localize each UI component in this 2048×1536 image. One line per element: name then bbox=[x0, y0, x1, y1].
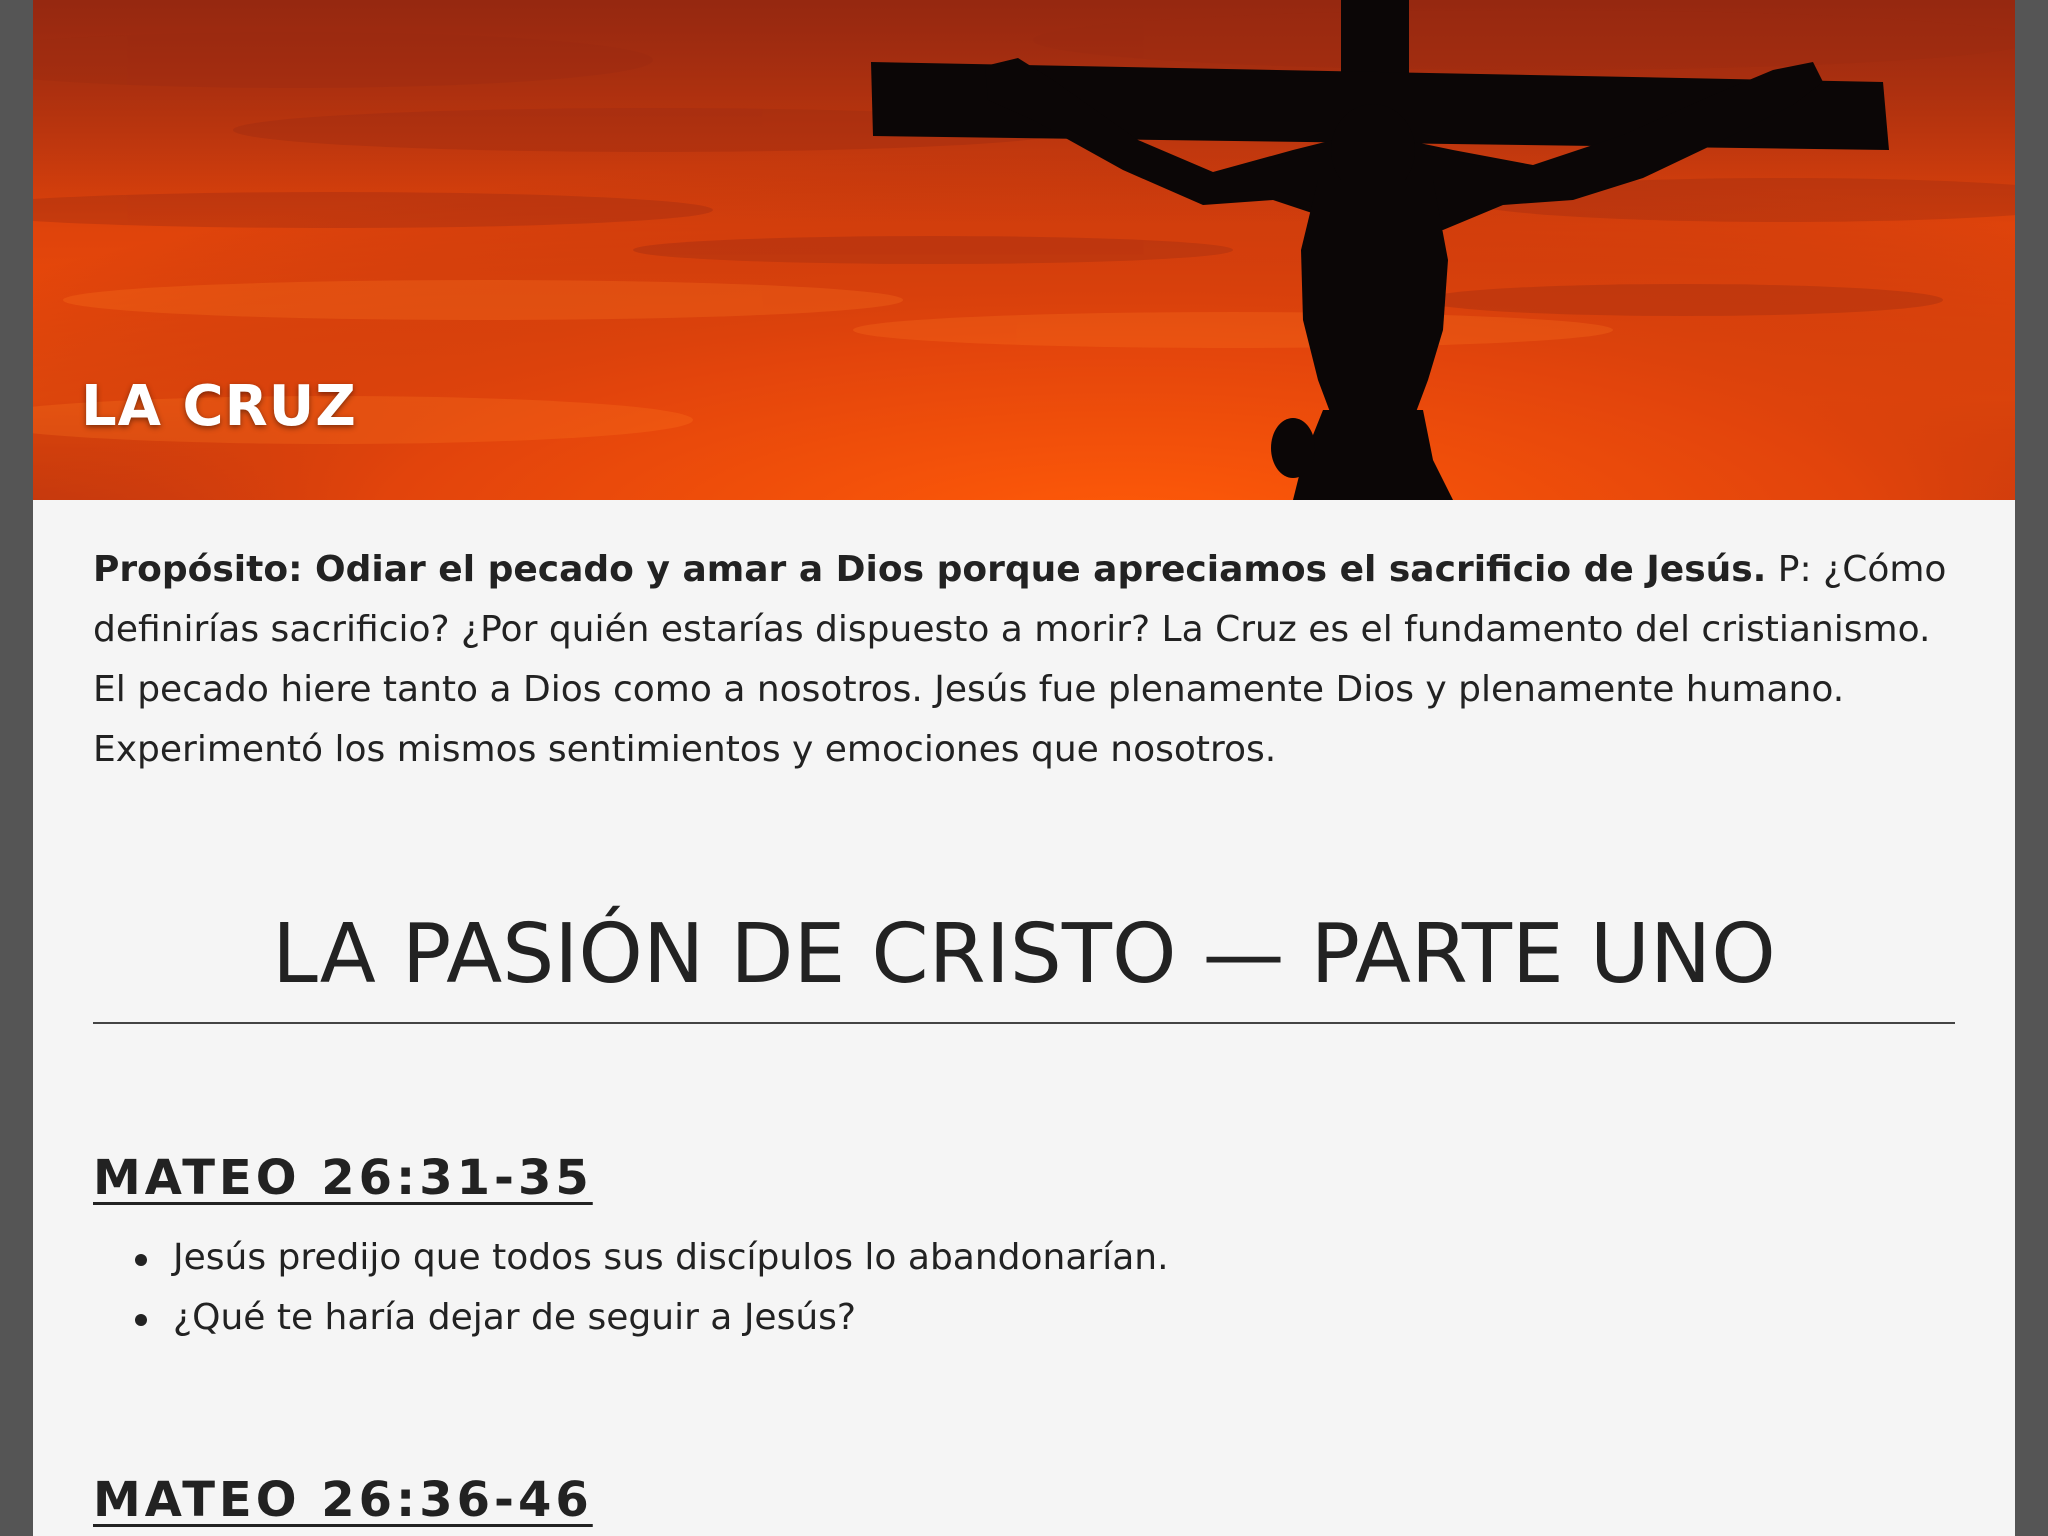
page-title: LA CRUZ bbox=[81, 374, 357, 439]
article-page: LA CRUZ Propósito: Odiar el pecado y ama… bbox=[33, 0, 2015, 1536]
bullet-icon bbox=[135, 1254, 147, 1266]
section-divider bbox=[93, 1022, 1955, 1024]
bullet-icon bbox=[135, 1314, 147, 1326]
intro-paragraph: Propósito: Odiar el pecado y amar a Dios… bbox=[93, 540, 1955, 780]
passage-reference-link[interactable]: MATEO 26:31-35 bbox=[93, 1148, 593, 1208]
purpose-statement: Propósito: Odiar el pecado y amar a Dios… bbox=[93, 549, 1767, 590]
passage-points-list: Jesús predijo que todos sus discípulos l… bbox=[93, 1228, 1169, 1348]
list-item-text: Jesús predijo que todos sus discípulos l… bbox=[173, 1237, 1169, 1278]
list-item-text: ¿Qué te haría dejar de seguir a Jesús? bbox=[173, 1297, 857, 1338]
list-item: ¿Qué te haría dejar de seguir a Jesús? bbox=[93, 1288, 1169, 1348]
passage-reference-link[interactable]: MATEO 26:36-46 bbox=[93, 1470, 593, 1530]
section-title: LA PASIÓN DE CRISTO — PARTE UNO bbox=[272, 907, 1776, 1002]
list-item: Jesús predijo que todos sus discípulos l… bbox=[93, 1228, 1169, 1288]
hero-banner: LA CRUZ bbox=[33, 0, 2015, 500]
